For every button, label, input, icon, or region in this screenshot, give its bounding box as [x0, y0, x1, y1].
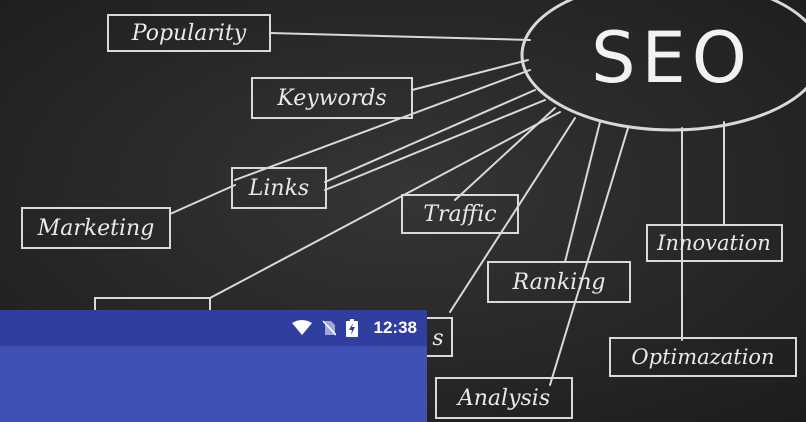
svg-text:Analysis: Analysis — [456, 386, 550, 411]
svg-text:Traffic: Traffic — [423, 202, 496, 227]
seo-label: SEO — [591, 17, 753, 99]
wifi-icon — [291, 320, 312, 336]
svg-text:Marketing: Marketing — [37, 216, 155, 241]
svg-text:Innovation: Innovation — [656, 231, 771, 255]
status-bar: 12:38 — [0, 310, 427, 346]
svg-text:s: s — [432, 326, 443, 351]
node-popularity: Popularity — [107, 14, 271, 52]
battery-charging-icon — [345, 319, 358, 337]
svg-text:Keywords: Keywords — [276, 86, 386, 111]
svg-text:Ranking: Ranking — [512, 270, 606, 295]
svg-text:Links: Links — [248, 176, 309, 201]
status-time: 12:38 — [373, 318, 417, 337]
app-toolbar — [0, 346, 427, 422]
svg-text:Popularity: Popularity — [131, 21, 247, 46]
svg-text:Optimazation: Optimazation — [631, 345, 774, 369]
no-sim-icon — [321, 320, 336, 336]
